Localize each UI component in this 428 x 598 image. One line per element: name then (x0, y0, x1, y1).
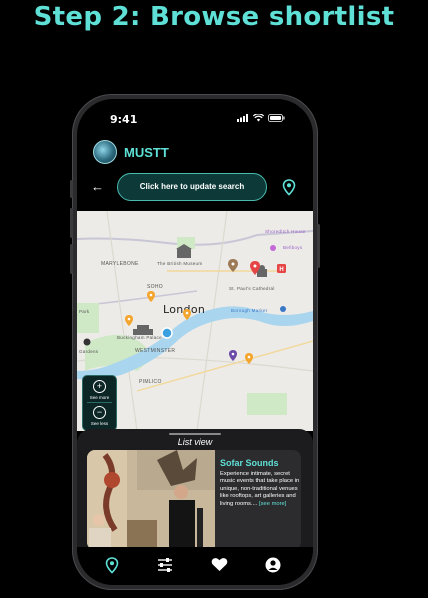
event-title: Sofar Sounds (220, 458, 279, 468)
back-arrow-icon[interactable]: ← (91, 179, 104, 194)
map-label-borough-market: Borough Market (231, 308, 268, 313)
phone-side-button (70, 180, 73, 198)
status-bar: 9:41 (77, 99, 313, 133)
event-card[interactable]: Sofar Sounds Experience intimate, secret… (87, 450, 301, 550)
tab-bar (77, 547, 313, 585)
signal-icon (237, 114, 248, 122)
map-label-shoreditch: Shoreditch House (265, 229, 306, 234)
zoom-divider (87, 402, 112, 403)
map-label-bellboys: Bellboys (283, 245, 303, 250)
app-logo (93, 140, 117, 164)
map-label-st-pauls: St. Paul's Cathedral (229, 286, 275, 291)
event-photo (87, 450, 215, 550)
list-sheet[interactable]: List view Sofar Sounds Experience intima… (77, 429, 313, 550)
battery-icon (268, 114, 285, 122)
phone-volume-up (70, 208, 73, 238)
page-headline: Step 2: Browse shortlist (33, 2, 395, 32)
wifi-icon (253, 114, 264, 122)
zoom-out-button[interactable]: − See less (83, 406, 116, 426)
tab-map-location-pin-icon[interactable] (105, 557, 119, 574)
tab-filters-sliders-icon[interactable] (157, 557, 173, 573)
see-more-link[interactable]: [see more] (259, 501, 286, 507)
app-name: MUSTT (124, 144, 169, 160)
map-label-british-museum: The British Museum (157, 261, 203, 266)
map-label-westminster: WESTMINSTER (135, 348, 176, 354)
zoom-in-button[interactable]: + See more (83, 380, 116, 400)
map-label-marylebone: MARYLEBONE (101, 261, 139, 267)
tab-profile-user-icon[interactable] (265, 557, 281, 573)
sheet-handle[interactable] (169, 433, 221, 435)
zoom-out-label: See less (90, 421, 109, 426)
map-label-soho: SOHO (147, 284, 163, 290)
search-row: ← Click here to update search (77, 173, 313, 203)
app-header: MUSTT (93, 140, 169, 164)
map-label-london: London (163, 303, 206, 316)
zoom-in-label: See more (89, 395, 110, 400)
map-view[interactable]: MARYLEBONE The British Museum SOHO Londo… (77, 211, 313, 431)
update-search-button[interactable]: Click here to update search (117, 173, 267, 201)
event-description: Experience intimate, secret music events… (220, 471, 300, 508)
status-time: 9:41 (110, 113, 138, 126)
phone-screen: 9:41 MUSTT ← Click here to update search (77, 99, 313, 585)
location-pin-icon[interactable] (282, 179, 296, 196)
minus-icon: − (93, 406, 106, 419)
phone-power-button (317, 224, 320, 268)
status-icons (237, 114, 285, 122)
map-label-gardens: Gardens (79, 349, 99, 354)
map-label-park: Park (79, 309, 90, 314)
tab-favourites-heart-icon[interactable] (211, 557, 228, 572)
map-label-pimlico: PIMLICO (139, 379, 162, 385)
map-label-buckingham: Buckingham Palace (117, 335, 162, 340)
zoom-control: + See more − See less (82, 375, 117, 431)
phone-volume-down (70, 244, 73, 274)
list-view-title: List view (177, 437, 213, 447)
plus-icon: + (93, 380, 106, 393)
phone-frame: 9:41 MUSTT ← Click here to update search (70, 94, 320, 590)
